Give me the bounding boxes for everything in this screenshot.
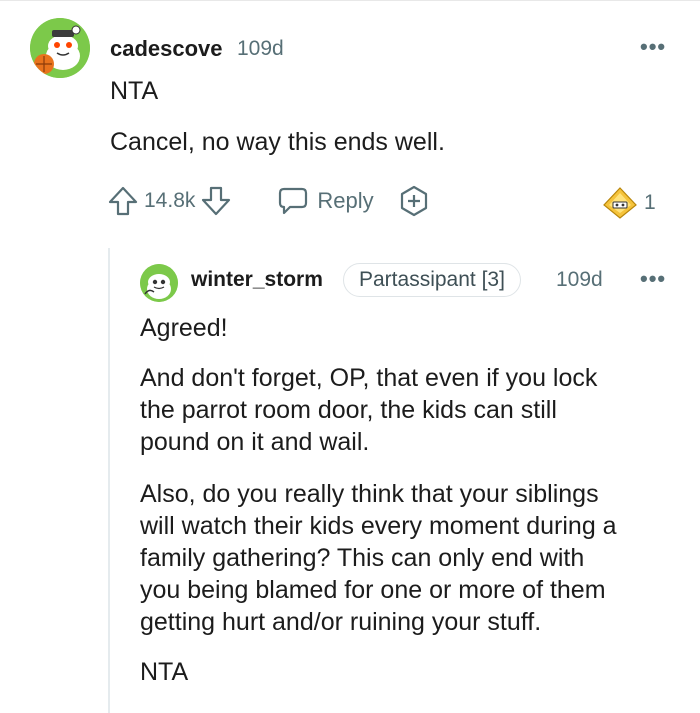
- arrow-down-icon: [202, 186, 231, 216]
- plus-circle-icon: [400, 185, 427, 217]
- top-divider: [0, 0, 700, 1]
- reply-label: Reply: [317, 188, 374, 213]
- reply-more-options-button[interactable]: •••: [640, 266, 666, 292]
- reply-paragraph: NTA: [140, 658, 189, 686]
- reply-paragraph: And don't forget, OP, that even if you l…: [140, 364, 598, 456]
- reply-author[interactable]: winter_storm: [191, 268, 323, 292]
- snoo-avatar-icon: [30, 18, 90, 78]
- comment-paragraph: Cancel, no way this ends well.: [110, 128, 445, 156]
- more-options-button[interactable]: •••: [640, 34, 666, 60]
- user-avatar[interactable]: [30, 18, 90, 78]
- thread-line[interactable]: [108, 248, 110, 713]
- speech-bubble-icon: [279, 187, 308, 215]
- gold-award-icon: [603, 187, 637, 219]
- vote-score: 14.8k: [144, 189, 196, 212]
- award-count: 1: [644, 191, 656, 214]
- downvote-button[interactable]: [201, 185, 231, 217]
- user-flair: Partassipant [3]: [343, 263, 521, 297]
- reply-paragraph: Agreed!: [140, 314, 228, 342]
- comment-author[interactable]: cadescove: [110, 36, 223, 62]
- awards-received[interactable]: 1: [602, 186, 656, 220]
- arrow-up-icon: [108, 186, 138, 216]
- upvote-button[interactable]: [108, 185, 138, 217]
- reply-age[interactable]: 109d: [556, 268, 603, 292]
- comment-actions: 14.8k Reply: [108, 183, 430, 219]
- reply-paragraph: Also, do you really think that your sibl…: [140, 480, 617, 636]
- reply-button[interactable]: Reply: [277, 186, 374, 216]
- comment-age[interactable]: 109d: [237, 37, 284, 61]
- reply-user-avatar[interactable]: [140, 264, 178, 302]
- snoo-avatar-icon: [140, 264, 178, 302]
- comment-paragraph: NTA: [110, 77, 159, 105]
- give-award-button[interactable]: [398, 185, 430, 217]
